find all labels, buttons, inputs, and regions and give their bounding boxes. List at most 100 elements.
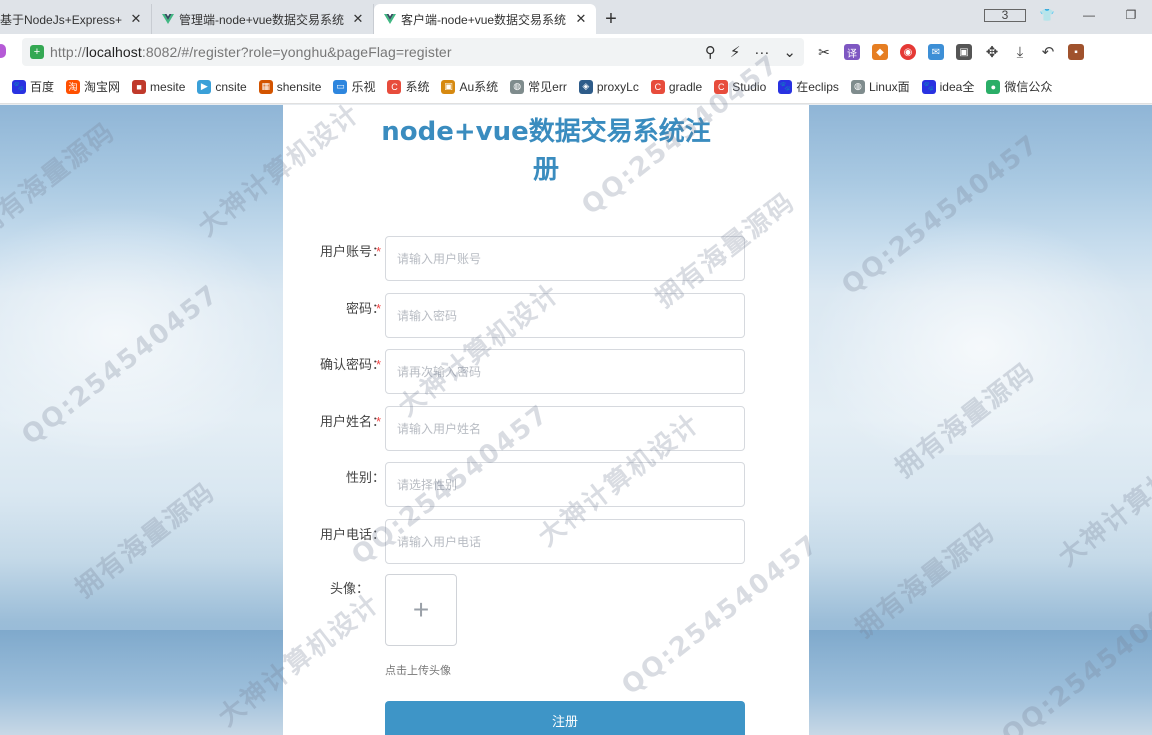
bookmark-label: shensite xyxy=(276,79,322,94)
form-row-avatar: 头像： + 点击上传头像 xyxy=(283,574,809,684)
password-input[interactable] xyxy=(386,294,744,337)
url-text: http://localhost:8082/#/register?role=yo… xyxy=(50,44,452,60)
paw-icon: 🐾 xyxy=(12,79,26,94)
background-cloud xyxy=(810,215,1152,455)
bookmark-item[interactable]: 🐾 在eclips xyxy=(778,78,839,95)
avatar-upload-button[interactable]: + xyxy=(385,574,457,646)
url-actions: ⚲ ⚡ ··· ⌄ xyxy=(705,38,796,66)
field-label: 性别： xyxy=(345,470,385,485)
form-row-phone: 用户电话： xyxy=(283,519,809,564)
address-bar-row: + http://localhost:8082/#/register?role=… xyxy=(0,34,1152,70)
tab-count-badge[interactable]: 3 xyxy=(984,8,1026,22)
shirt-icon[interactable]: 👕 xyxy=(1026,8,1068,22)
mail-icon[interactable]: ✉ xyxy=(928,44,944,60)
python-icon: ◈ xyxy=(578,79,593,94)
bookmark-item[interactable]: C Studio xyxy=(714,79,767,94)
chevron-down-icon[interactable]: ⌄ xyxy=(783,43,796,61)
username-input[interactable] xyxy=(386,237,744,280)
paw-icon: 🐾 xyxy=(921,79,936,94)
bookmark-item[interactable]: 🐾 idea全 xyxy=(921,78,974,95)
bookmark-item[interactable]: ▣ Au系统 xyxy=(441,78,498,95)
bookmark-item[interactable]: ◍ 常见err xyxy=(510,78,567,95)
required-mark: * xyxy=(376,357,382,372)
box-icon: ▣ xyxy=(441,79,456,94)
new-tab-button[interactable]: + xyxy=(596,4,626,34)
bookmark-label: 在eclips xyxy=(796,80,839,94)
bookmark-label: 淘宝网 xyxy=(84,80,121,94)
bookmark-item[interactable]: 🐾 百度 xyxy=(12,78,54,95)
bookmark-item[interactable]: ◈ proxyLc xyxy=(578,79,639,94)
form-row-gender: 性别： xyxy=(283,462,809,507)
download-icon[interactable]: ⤓ xyxy=(1012,44,1028,61)
close-icon[interactable]: ✕ xyxy=(574,11,588,27)
browser-tab-1[interactable]: 基于NodeJs+Express+ ✕ xyxy=(0,4,152,34)
bookmark-label: cnsite xyxy=(215,79,247,94)
window-controls: 3 👕 — ❐ xyxy=(984,0,1152,30)
screen-icon[interactable]: ▣ xyxy=(956,44,972,60)
browser-tab-2[interactable]: 管理端-node+vue数据交易系统 ✕ xyxy=(152,4,374,34)
game-icon[interactable]: ◆ xyxy=(872,44,888,60)
weibo-icon[interactable]: ◉ xyxy=(900,44,916,60)
bookmark-item[interactable]: ▦ shensite xyxy=(258,79,322,94)
grid-icon: ▦ xyxy=(258,79,273,94)
c-icon: C xyxy=(714,79,729,94)
undo-icon[interactable]: ↶ xyxy=(1040,44,1056,61)
tab-strip: 基于NodeJs+Express+ ✕ 管理端-node+vue数据交易系统 ✕… xyxy=(0,0,1152,34)
bookmark-label: 微信公众 xyxy=(1004,80,1053,94)
bookmark-item[interactable]: ◍ Linux面 xyxy=(850,78,910,95)
bookmark-item[interactable]: ▭ 乐视 xyxy=(333,78,375,95)
field-label: 头像： xyxy=(329,581,369,596)
gender-field-box xyxy=(385,462,745,507)
bookmark-item[interactable]: C 系统 xyxy=(387,78,429,95)
bookmark-item[interactable]: ■ mesite xyxy=(132,79,186,94)
more-icon[interactable]: ··· xyxy=(754,44,769,61)
phone-field-box xyxy=(385,519,745,564)
maximize-icon[interactable]: ❐ xyxy=(1110,8,1152,22)
bookmark-label: 乐视 xyxy=(351,80,376,94)
bookmark-label: mesite xyxy=(150,79,186,94)
gender-select[interactable] xyxy=(386,463,744,506)
username-field-box xyxy=(385,236,745,281)
bookmarks-bar: 🐾 百度淘淘宝网 ■ mesite ▶ cnsite ▦ shensite ▭ 乐视 C 系统 ▣ Au系… xyxy=(0,70,1152,104)
browser-tab-3-active[interactable]: 客户端-node+vue数据交易系统 ✕ xyxy=(374,4,596,34)
bookmark-label: 常见err xyxy=(528,80,567,94)
close-icon[interactable]: ✕ xyxy=(129,11,143,27)
search-icon[interactable]: ⚲ xyxy=(705,43,716,61)
paw-icon: 🐾 xyxy=(778,79,793,94)
bookmark-item[interactable]: Cgradle xyxy=(650,79,703,94)
required-mark: * xyxy=(376,301,382,316)
background-cloud xyxy=(0,205,290,465)
form-row-name: 用户姓名： * xyxy=(283,406,809,451)
tab-title: 客户端-node+vue数据交易系统 xyxy=(401,12,567,27)
bookmark-item[interactable]: ▶ cnsite xyxy=(197,79,247,94)
bookmark-label: Studio xyxy=(732,79,767,94)
tab-title: 基于NodeJs+Express+ xyxy=(0,12,123,27)
c-icon: C xyxy=(387,79,402,94)
bookmark-label: proxyLc xyxy=(596,79,639,94)
required-mark: * xyxy=(376,244,382,259)
phone-input[interactable] xyxy=(386,520,744,563)
vue-logo-icon xyxy=(162,14,174,24)
register-button[interactable]: 注册 xyxy=(385,701,745,735)
cnsite-icon: ▶ xyxy=(197,79,212,94)
confirm-password-field-box xyxy=(385,349,745,394)
bookmark-item[interactable]: ● 微信公众 xyxy=(986,78,1052,95)
bookmark-item[interactable]: 淘淘宝网 xyxy=(66,78,120,95)
taobao-icon: 淘 xyxy=(66,79,81,94)
field-label: 用户电话： xyxy=(319,527,385,542)
bookmark-label: gradle xyxy=(668,79,703,94)
lightning-icon[interactable]: ⚡ xyxy=(730,43,741,61)
minimize-icon[interactable]: — xyxy=(1068,8,1110,22)
bookmark-label: 百度 xyxy=(30,80,55,94)
confirm-password-input[interactable] xyxy=(386,350,744,393)
translate-icon[interactable]: 译 xyxy=(844,44,860,60)
scissors-icon[interactable]: ✂ xyxy=(816,44,832,60)
puzzle-icon[interactable]: ✥ xyxy=(984,44,1000,61)
bookmark-label: Linux面 xyxy=(868,80,910,94)
name-input[interactable] xyxy=(386,407,744,450)
globe-icon: ◍ xyxy=(850,79,865,94)
briefcase-icon[interactable]: ▪ xyxy=(1068,44,1084,60)
url-input[interactable]: + http://localhost:8082/#/register?role=… xyxy=(22,38,804,66)
mesite-icon: ■ xyxy=(132,79,147,94)
close-icon[interactable]: ✕ xyxy=(351,11,365,27)
